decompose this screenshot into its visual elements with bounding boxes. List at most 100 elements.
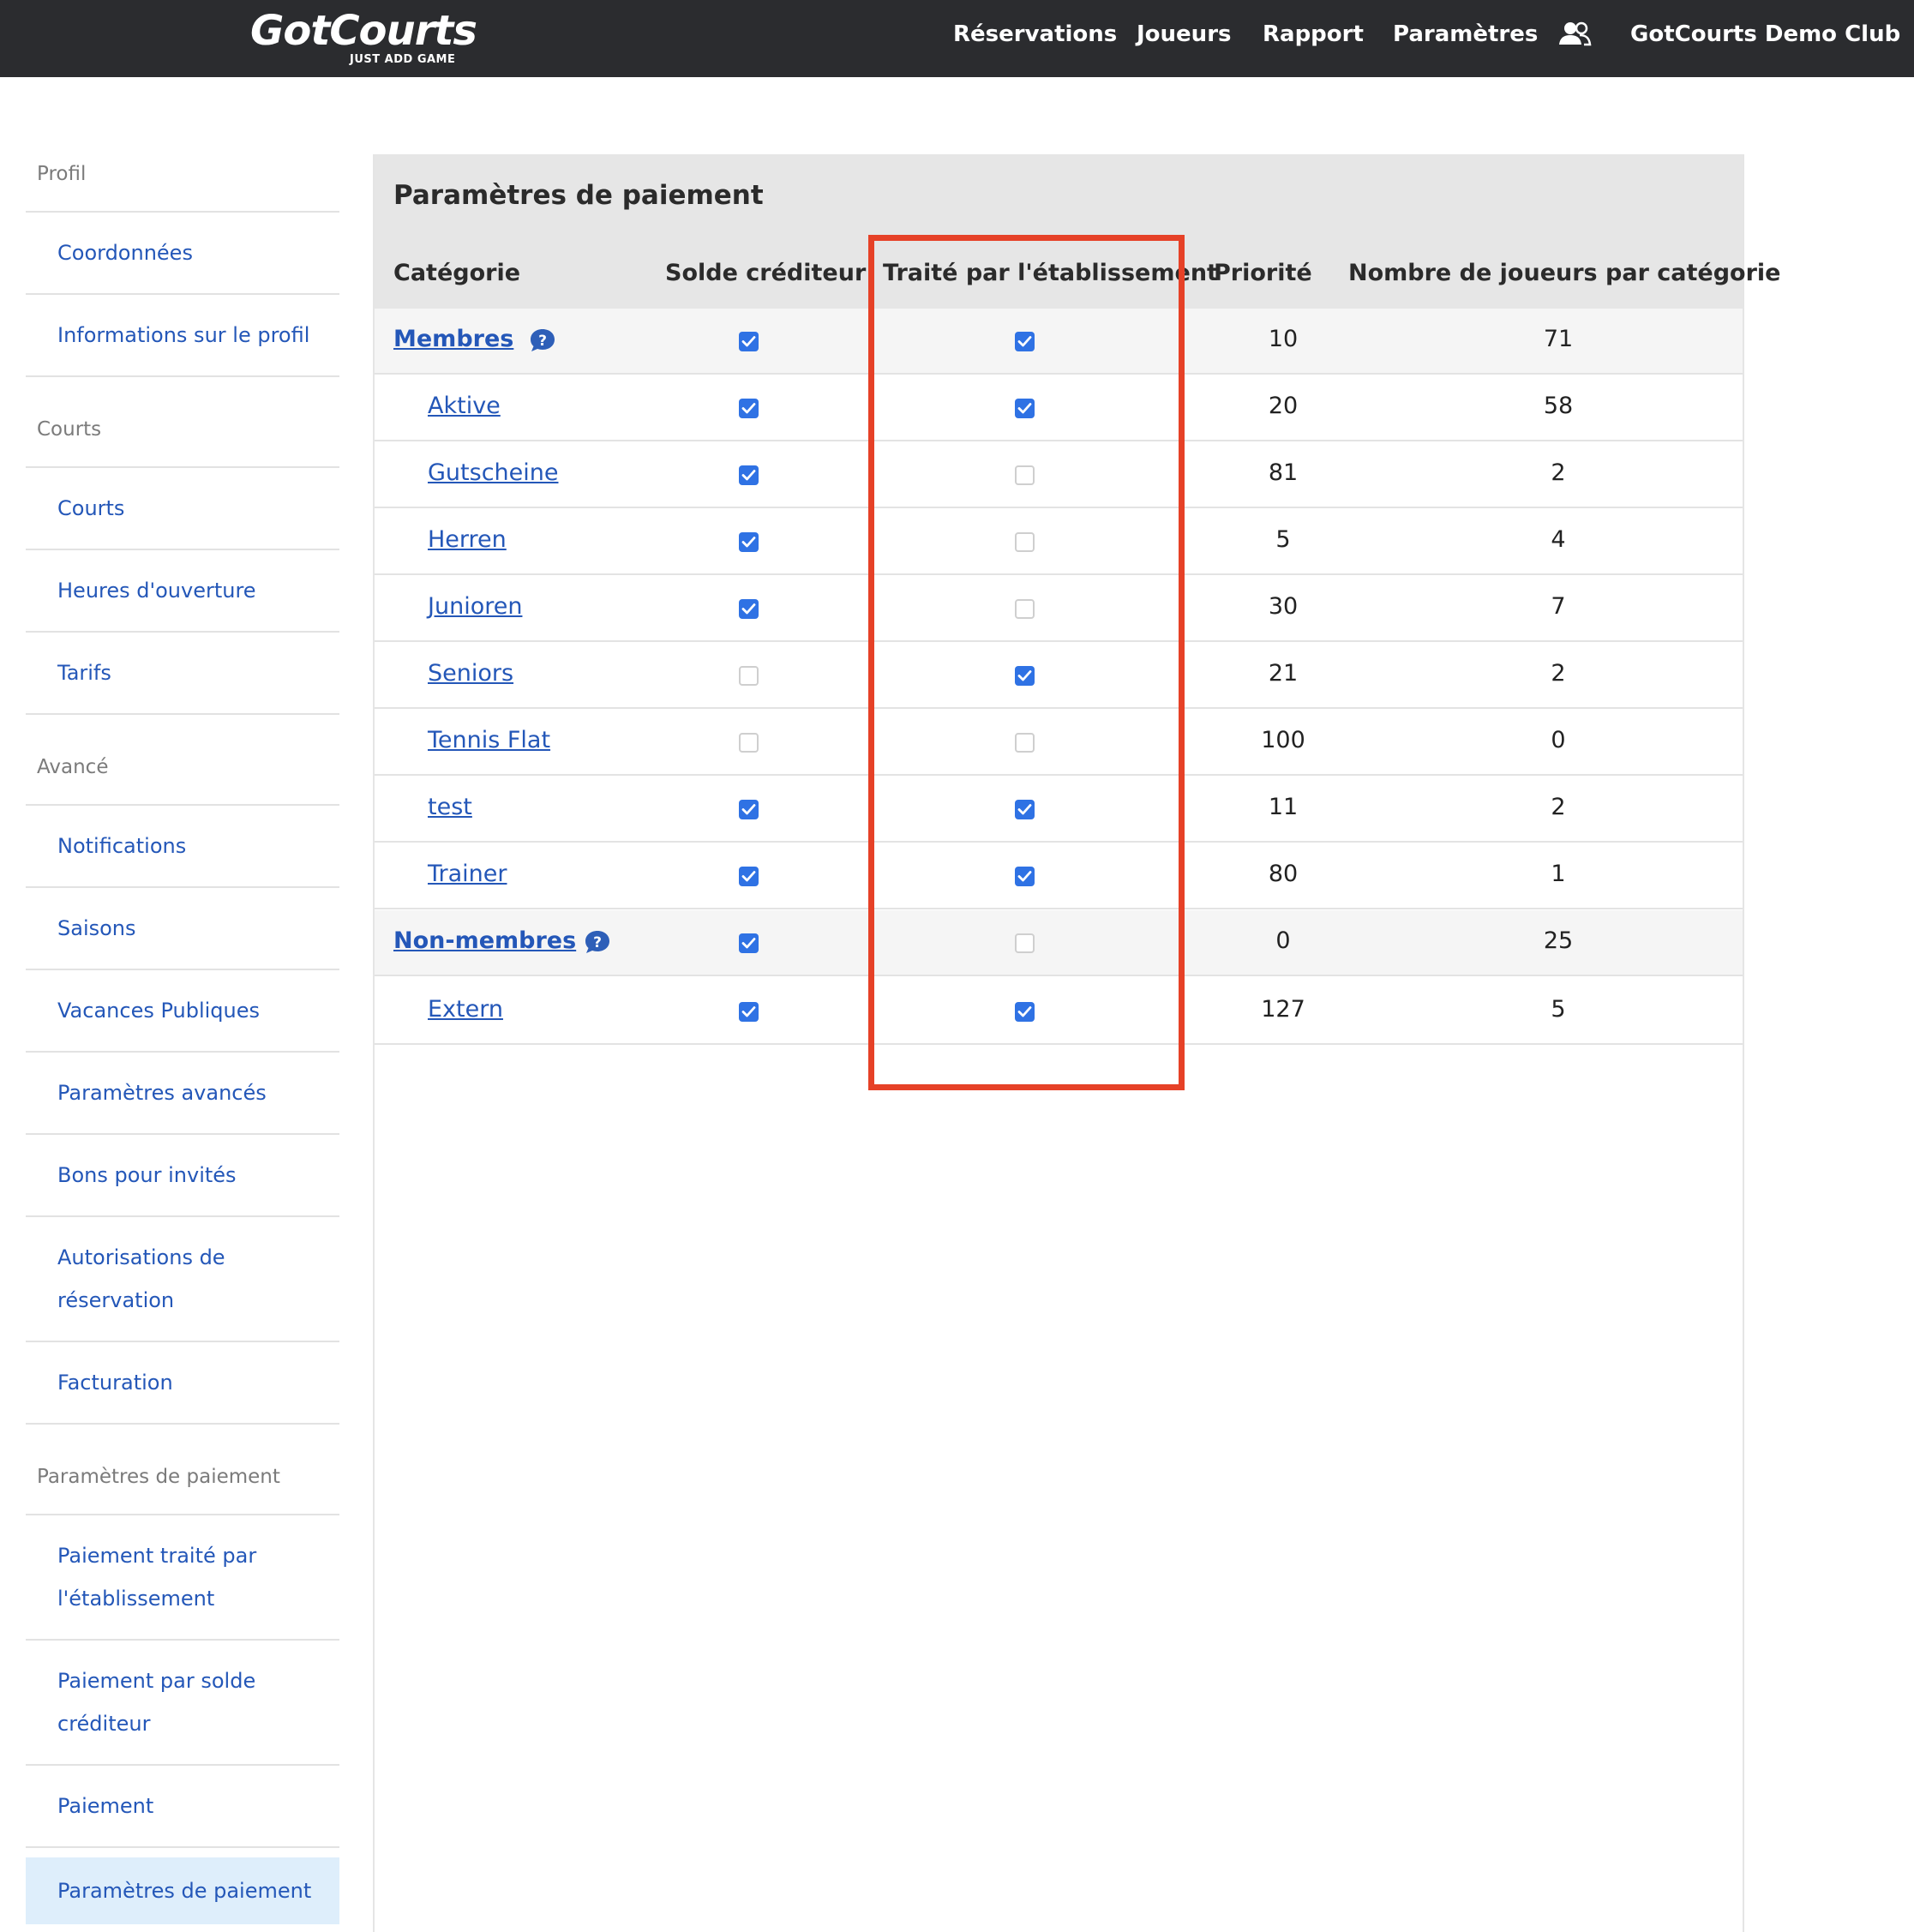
column-header-traite-etablissement: Traité par l'établissement <box>883 260 1218 286</box>
divider <box>26 1846 339 1848</box>
sidebar-item-tarifs[interactable]: Tarifs <box>57 651 332 694</box>
divider <box>26 1639 339 1641</box>
nav-parametres[interactable]: Paramètres <box>1393 17 1538 51</box>
credit-balance-checkbox[interactable] <box>739 800 759 819</box>
category-link[interactable]: Trainer <box>428 861 507 887</box>
table-row: Tennis Flat 100 0 <box>375 710 1743 776</box>
sidebar-item-vacances-publiques[interactable]: Vacances Publiques <box>57 989 332 1032</box>
player-count-value: 7 <box>1551 593 1566 620</box>
credit-balance-checkbox[interactable] <box>739 532 759 552</box>
credit-balance-checkbox[interactable] <box>739 666 759 686</box>
divider <box>26 886 339 888</box>
category-link[interactable]: Seniors <box>428 660 513 687</box>
venue-processed-checkbox[interactable] <box>1015 867 1035 886</box>
credit-balance-checkbox[interactable] <box>739 1002 759 1022</box>
category-link[interactable]: test <box>428 794 472 820</box>
category-link[interactable]: Aktive <box>428 393 501 419</box>
credit-balance-checkbox[interactable] <box>739 399 759 418</box>
sidebar-section-courts: Courts <box>37 418 102 441</box>
nav-joueurs[interactable]: Joueurs <box>1137 17 1232 51</box>
priority-value: 20 <box>1268 393 1299 419</box>
payment-settings-panel: Paramètres de paiement Catégorie Solde c… <box>373 154 1780 1932</box>
nav-club-name[interactable]: GotCourts Demo Club <box>1630 17 1900 51</box>
sidebar-item-bons-invites[interactable]: Bons pour invités <box>57 1154 332 1197</box>
sidebar-item-paiement-solde-crediteur[interactable]: Paiement par solde créditeur <box>57 1659 332 1745</box>
category-link[interactable]: Herren <box>428 526 507 553</box>
svg-text:?: ? <box>593 934 602 951</box>
venue-processed-checkbox[interactable] <box>1015 532 1035 552</box>
credit-balance-checkbox[interactable] <box>739 599 759 619</box>
sidebar-item-heures-ouverture[interactable]: Heures d'ouverture <box>57 569 332 612</box>
divider <box>26 1051 339 1053</box>
sidebar-item-facturation[interactable]: Facturation <box>57 1361 332 1404</box>
divider <box>26 375 339 377</box>
sidebar-item-parametres-avances[interactable]: Paramètres avancés <box>57 1071 332 1114</box>
category-link[interactable]: Membres <box>393 326 513 352</box>
nav-rapport[interactable]: Rapport <box>1263 17 1364 51</box>
help-icon[interactable]: ? <box>584 929 611 955</box>
sidebar-item-saisons[interactable]: Saisons <box>57 907 332 950</box>
sidebar-item-paiement[interactable]: Paiement <box>57 1785 332 1827</box>
sidebar-item-parametres-paiement[interactable]: Paramètres de paiement <box>57 1869 332 1912</box>
venue-processed-checkbox[interactable] <box>1015 933 1035 953</box>
sidebar-item-coordonnees[interactable]: Coordonnées <box>57 231 332 274</box>
users-icon[interactable] <box>1558 21 1593 46</box>
venue-processed-checkbox[interactable] <box>1015 666 1035 686</box>
credit-balance-checkbox[interactable] <box>739 733 759 753</box>
sidebar-item-autorisations-reservation[interactable]: Autorisations de réservation <box>57 1236 332 1322</box>
column-header-categorie: Catégorie <box>393 260 521 286</box>
venue-processed-checkbox[interactable] <box>1015 733 1035 753</box>
table-row: Gutscheine 81 2 <box>375 442 1743 508</box>
category-link[interactable]: Junioren <box>428 593 522 620</box>
player-count-value: 1 <box>1551 861 1566 887</box>
player-count-value: 5 <box>1551 996 1566 1023</box>
venue-processed-checkbox[interactable] <box>1015 800 1035 819</box>
credit-balance-checkbox[interactable] <box>739 933 759 953</box>
table-row: Extern 127 5 <box>375 979 1743 1045</box>
category-link[interactable]: Tennis Flat <box>428 727 550 753</box>
priority-value: 80 <box>1268 861 1299 887</box>
priority-value: 10 <box>1268 326 1299 352</box>
nav-reservations[interactable]: Réservations <box>953 17 1117 51</box>
venue-processed-checkbox[interactable] <box>1015 1002 1035 1022</box>
venue-processed-checkbox[interactable] <box>1015 599 1035 619</box>
divider <box>26 969 339 970</box>
table-row: Aktive 20 58 <box>375 375 1743 441</box>
sidebar-item-informations-profil[interactable]: Informations sur le profil <box>57 314 332 357</box>
divider <box>26 1423 339 1425</box>
credit-balance-checkbox[interactable] <box>739 867 759 886</box>
column-header-priorite: Priorité <box>1214 260 1312 286</box>
divider <box>26 631 339 633</box>
divider <box>26 466 339 468</box>
priority-value: 0 <box>1275 927 1291 954</box>
player-count-value: 2 <box>1551 660 1566 687</box>
gotcourts-logo[interactable]: GotCourts JUST ADD GAME <box>250 7 477 70</box>
sidebar-item-courts[interactable]: Courts <box>57 487 332 530</box>
category-link[interactable]: Gutscheine <box>428 459 558 486</box>
table-row: Non-membres? 0 25 <box>375 910 1743 976</box>
help-icon[interactable]: ? <box>529 327 556 353</box>
player-count-value: 25 <box>1543 927 1574 954</box>
priority-value: 11 <box>1268 794 1299 820</box>
column-header-nombre-joueurs: Nombre de joueurs par catégorie <box>1348 260 1781 286</box>
player-count-value: 4 <box>1551 526 1566 553</box>
table-row: Herren 5 4 <box>375 509 1743 575</box>
svg-text:?: ? <box>538 333 547 350</box>
logo-tagline: JUST ADD GAME <box>350 53 456 66</box>
page-title: Paramètres de paiement <box>393 180 764 211</box>
divider <box>26 1341 339 1342</box>
table-row: Seniors 21 2 <box>375 643 1743 709</box>
player-count-value: 2 <box>1551 459 1566 486</box>
priority-value: 21 <box>1268 660 1299 687</box>
venue-processed-checkbox[interactable] <box>1015 465 1035 485</box>
venue-processed-checkbox[interactable] <box>1015 332 1035 351</box>
table-row: test 11 2 <box>375 777 1743 843</box>
credit-balance-checkbox[interactable] <box>739 465 759 485</box>
venue-processed-checkbox[interactable] <box>1015 399 1035 418</box>
sidebar-section-avance: Avancé <box>37 756 109 778</box>
category-link[interactable]: Non-membres <box>393 927 576 954</box>
sidebar-item-notifications[interactable]: Notifications <box>57 825 332 867</box>
category-link[interactable]: Extern <box>428 996 503 1023</box>
credit-balance-checkbox[interactable] <box>739 332 759 351</box>
sidebar-item-paiement-etablissement[interactable]: Paiement traité par l'établissement <box>57 1534 332 1620</box>
